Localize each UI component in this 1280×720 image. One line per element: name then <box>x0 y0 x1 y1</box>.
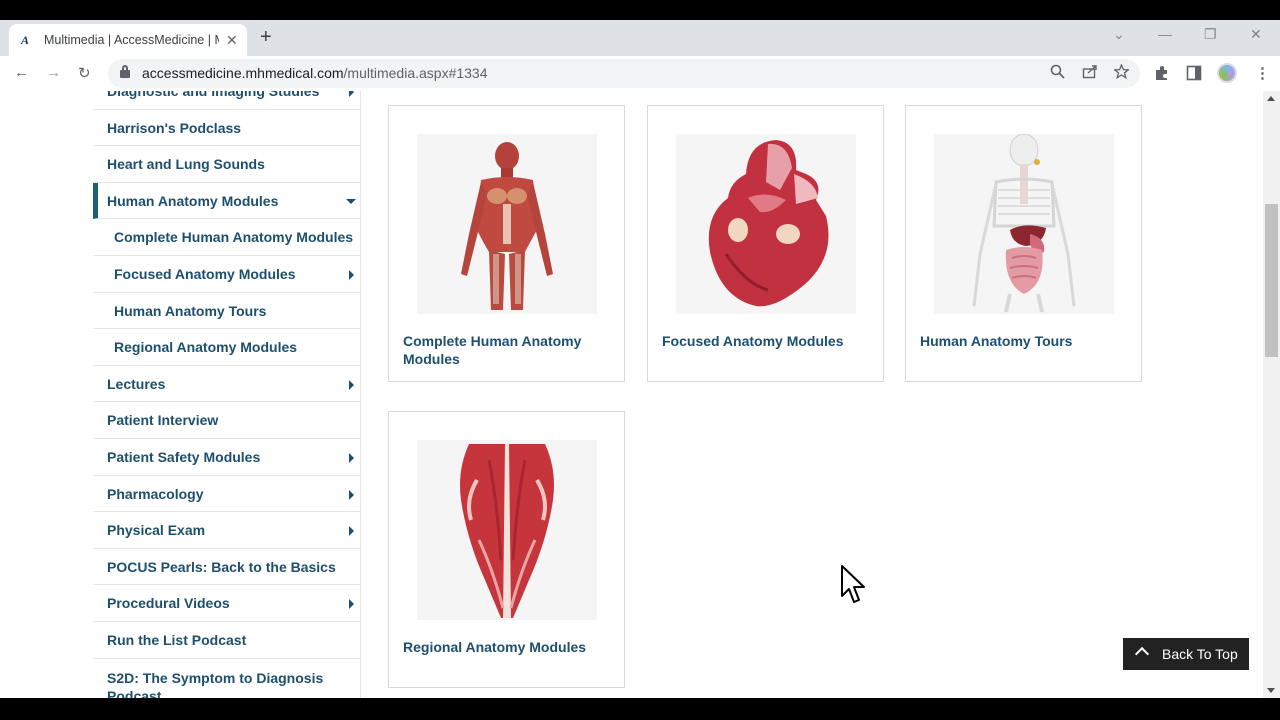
card-thumbnail[interactable] <box>417 440 597 620</box>
card-title[interactable]: Human Anatomy Tours <box>920 332 1130 350</box>
caret-right-icon <box>349 599 354 610</box>
card-thumbnail[interactable] <box>676 134 856 314</box>
browser-tab[interactable]: A Multimedia | AccessMedicine | McGraw H… <box>9 24 247 56</box>
skeleton-organs-image <box>972 134 1076 313</box>
sidebar-item-label: Lectures <box>107 375 166 392</box>
reload-icon[interactable]: ↻ <box>78 64 91 82</box>
sidebar-item-harrisons-podclass[interactable]: Harrison's Podclass <box>93 110 361 147</box>
sidebar-item-heart-lung-sounds[interactable]: Heart and Lung Sounds <box>93 146 361 183</box>
sidebar-item-patient-safety[interactable]: Patient Safety Modules <box>93 439 361 476</box>
url-path: /multimedia.aspx#1334 <box>343 65 488 81</box>
sidebar-item-label: S2D: The Symptom to Diagnosis Podcast <box>107 669 324 699</box>
browser-toolbar: ← → ↻ accessmedicine.mhmedical.com/multi… <box>0 56 1280 91</box>
extensions-icon[interactable] <box>1154 65 1170 85</box>
sidebar-item-label: Harrison's Podclass <box>107 119 242 136</box>
sidebar-item-label: Patient Interview <box>107 412 219 429</box>
side-panel-icon[interactable] <box>1186 65 1202 85</box>
forward-icon[interactable]: → <box>46 64 61 81</box>
module-card-complete-human-anatomy[interactable]: Complete Human Anatomy Modules <box>388 105 625 382</box>
sidebar-item-procedural-videos[interactable]: Procedural Videos <box>93 585 361 622</box>
sidebar-divider <box>360 91 361 698</box>
sidebar-subitem-human-anatomy-tours[interactable]: Human Anatomy Tours <box>93 293 361 330</box>
minimize-icon[interactable]: — <box>1158 26 1172 42</box>
sidebar-item-label: Focused Anatomy Modules <box>114 265 296 282</box>
card-title[interactable]: Complete Human Anatomy Modules <box>403 332 613 368</box>
mouse-cursor-icon <box>841 565 865 603</box>
card-thumbnail[interactable] <box>934 134 1114 314</box>
sidebar-item-run-the-list[interactable]: Run the List Podcast <box>93 622 361 659</box>
caret-down-icon <box>346 198 356 204</box>
sidebar-item-label: Patient Safety Modules <box>107 448 261 465</box>
back-to-top-button[interactable]: Back To Top <box>1123 638 1249 670</box>
sidebar-item-pharmacology[interactable]: Pharmacology <box>93 476 361 513</box>
caret-right-icon <box>349 269 354 280</box>
browser-chrome: A Multimedia | AccessMedicine | McGraw H… <box>0 20 1280 91</box>
sidebar-item-label: Diagnostic and Imaging Studies <box>107 91 320 99</box>
sidebar-item-diagnostic-imaging[interactable]: Diagnostic and Imaging Studies <box>93 91 361 110</box>
caret-right-icon <box>349 452 354 463</box>
zoom-icon[interactable] <box>1050 64 1065 82</box>
sidebar-item-label: Human Anatomy Modules <box>107 192 279 209</box>
sidebar-nav: Diagnostic and Imaging Studies Harrison'… <box>93 91 361 698</box>
site-favicon-icon: A <box>21 33 30 47</box>
back-to-top-label: Back To Top <box>1162 646 1238 662</box>
caret-right-icon <box>349 91 354 97</box>
sidebar-item-label: Complete Human Anatomy Modules <box>114 229 354 246</box>
scroll-down-arrow-icon[interactable] <box>1267 688 1275 693</box>
full-body-muscle-image <box>461 142 553 310</box>
sidebar-subitem-complete-human-anatomy[interactable]: Complete Human Anatomy Modules <box>93 219 361 256</box>
url-domain: accessmedicine.mhmedical.com <box>142 65 344 81</box>
caret-right-icon <box>349 489 354 500</box>
sidebar-item-label: Regional Anatomy Modules <box>114 339 298 356</box>
sidebar-item-patient-interview[interactable]: Patient Interview <box>93 402 361 439</box>
heart-image <box>708 140 829 307</box>
sidebar-item-lectures[interactable]: Lectures <box>93 366 361 403</box>
page-content: Diagnostic and Imaging Studies Harrison'… <box>0 91 1280 698</box>
star-icon[interactable] <box>1112 63 1131 82</box>
menu-icon[interactable]: ⋮ <box>1255 64 1270 82</box>
address-bar[interactable]: accessmedicine.mhmedical.com/multimedia.… <box>108 59 1140 88</box>
back-icon[interactable]: ← <box>14 64 29 81</box>
tab-strip: A Multimedia | AccessMedicine | McGraw H… <box>0 20 1280 56</box>
close-tab-icon[interactable]: ✕ <box>226 32 238 49</box>
sidebar-subitem-regional-anatomy[interactable]: Regional Anatomy Modules <box>93 329 361 366</box>
profile-avatar[interactable] <box>1217 63 1237 83</box>
sidebar-item-label: Pharmacology <box>107 485 204 502</box>
screen: A Multimedia | AccessMedicine | McGraw H… <box>0 0 1280 720</box>
card-thumbnail[interactable] <box>417 134 597 314</box>
sidebar-item-label: POCUS Pearls: Back to the Basics <box>107 558 336 575</box>
module-card-focused-anatomy[interactable]: Focused Anatomy Modules <box>647 105 884 382</box>
caret-right-icon <box>349 379 354 390</box>
scroll-thumb[interactable] <box>1265 204 1278 357</box>
module-card-human-anatomy-tours[interactable]: Human Anatomy Tours <box>905 105 1142 382</box>
share-icon[interactable] <box>1082 64 1098 82</box>
new-tab-icon[interactable]: + <box>260 26 272 49</box>
sidebar-item-label: Human Anatomy Tours <box>114 302 267 319</box>
window-close-icon[interactable]: ✕ <box>1250 26 1262 43</box>
sidebar-item-human-anatomy-modules[interactable]: Human Anatomy Modules <box>93 182 361 220</box>
url-text: accessmedicine.mhmedical.com/multimedia.… <box>142 65 488 81</box>
sidebar-item-physical-exam[interactable]: Physical Exam <box>93 512 361 549</box>
sidebar-item-label: Procedural Videos <box>107 595 230 612</box>
sidebar-item-pocus-pearls[interactable]: POCUS Pearls: Back to the Basics <box>93 549 361 586</box>
sidebar-item-label: Physical Exam <box>107 522 206 539</box>
tab-title: Multimedia | AccessMedicine | McGraw Hil… <box>44 33 219 47</box>
caret-right-icon <box>349 526 354 537</box>
card-title[interactable]: Focused Anatomy Modules <box>662 332 872 350</box>
chevron-up-icon <box>1134 646 1150 662</box>
card-title[interactable]: Regional Anatomy Modules <box>403 638 613 656</box>
sidebar-item-label: Run the List Podcast <box>107 631 247 648</box>
sidebar-subitem-focused-anatomy[interactable]: Focused Anatomy Modules <box>93 256 361 293</box>
sidebar-item-label: Heart and Lung Sounds <box>107 156 265 173</box>
restore-icon[interactable]: ❐ <box>1204 26 1217 43</box>
lock-icon[interactable] <box>120 65 130 78</box>
sidebar-item-s2d-podcast[interactable]: S2D: The Symptom to Diagnosis Podcast <box>93 659 361 699</box>
module-card-regional-anatomy[interactable]: Regional Anatomy Modules <box>388 411 625 688</box>
page-scrollbar[interactable] <box>1263 91 1280 698</box>
back-muscles-image <box>460 444 554 618</box>
scroll-up-arrow-icon[interactable] <box>1267 96 1275 101</box>
tab-search-icon[interactable]: ⌄ <box>1113 26 1125 43</box>
